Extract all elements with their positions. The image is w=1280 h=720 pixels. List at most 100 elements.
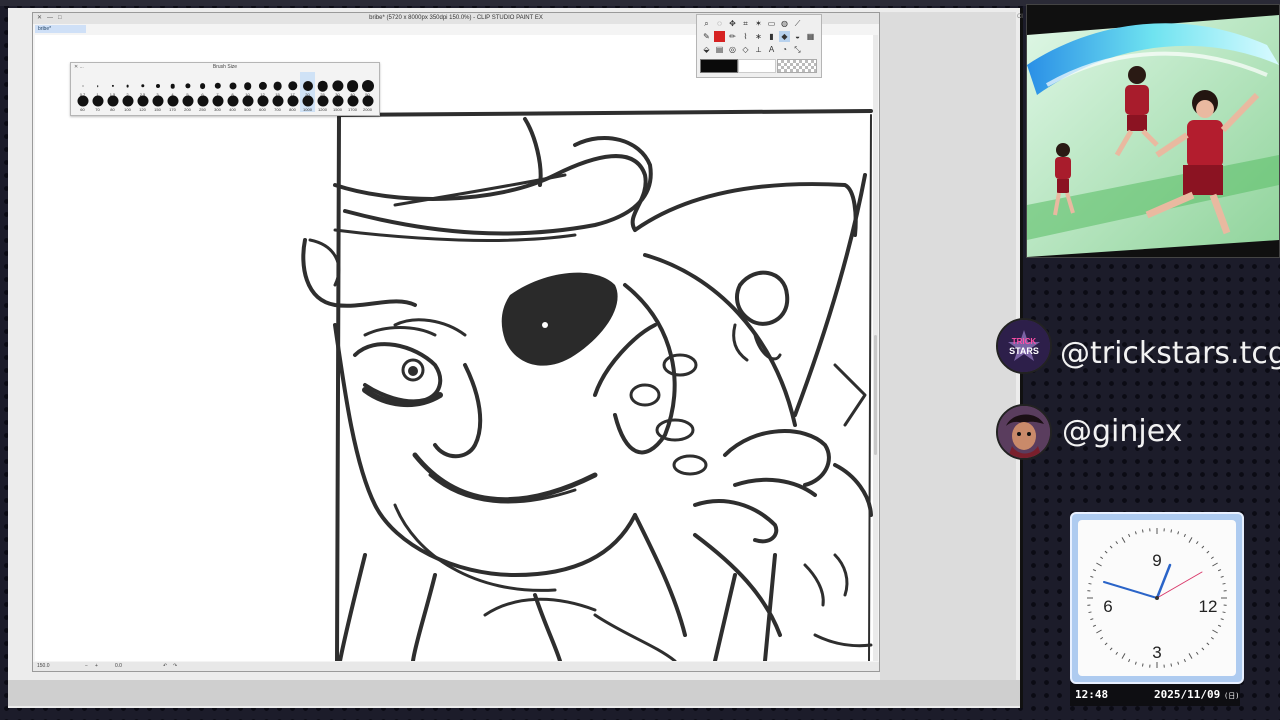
brush-size-cell[interactable]: 0.7 60	[75, 72, 90, 112]
brush-size-dot	[257, 95, 268, 107]
brush-size-cell[interactable]: 3 150	[150, 72, 165, 112]
brush-size-cell[interactable]: 1.5 80	[105, 72, 120, 112]
social-handle-ginjex: @ginjex	[1062, 414, 1183, 449]
drawing-canvas[interactable]	[35, 35, 875, 661]
brush-size-cell[interactable]: 2.5 120	[135, 72, 150, 112]
brush-icon[interactable]: ⌇	[740, 31, 751, 42]
brush-size-dot	[82, 85, 83, 87]
brush-size-dot	[272, 95, 283, 107]
magic-wand-icon[interactable]: ✶	[753, 18, 764, 29]
document-tab[interactable]: bribe*	[35, 25, 86, 33]
layer-move-icon[interactable]: ⤡	[792, 44, 803, 55]
clock-tick	[1134, 661, 1137, 665]
brush-size-cell[interactable]: 20 1000	[300, 72, 315, 112]
clock-tick	[1183, 659, 1186, 663]
shape-icon[interactable]: ◇	[740, 44, 751, 55]
zoom-value[interactable]: 150.0	[37, 662, 50, 671]
rotate-right-icon[interactable]: ↷	[173, 662, 177, 671]
airbrush-icon[interactable]: ∗	[753, 31, 764, 42]
crop-icon[interactable]: ⌗	[740, 18, 751, 29]
brush-size-label: 600	[259, 107, 266, 112]
brush-size-cell[interactable]: 15 700	[270, 72, 285, 112]
brush-size-cell[interactable]: 17 800	[285, 72, 300, 112]
brush-size-cell[interactable]: 4 170	[165, 72, 180, 112]
fill-bucket-icon[interactable]: ⬙	[701, 44, 712, 55]
rotate-left-icon[interactable]: ↶	[163, 662, 167, 671]
brush-size-cell[interactable]: 10 500	[240, 72, 255, 112]
blend-icon[interactable]: ◒	[792, 31, 803, 42]
sub-color-swatch[interactable]	[738, 59, 776, 73]
brush-size-dot	[243, 82, 252, 90]
brush-size-cell[interactable]: 6 250	[195, 72, 210, 112]
clock-tick	[1096, 629, 1102, 634]
brush-size-dot	[96, 85, 99, 87]
eraser-icon[interactable]: ◆	[779, 31, 790, 42]
brush-size-label: 1000	[303, 107, 312, 112]
clock-tick	[1212, 562, 1218, 567]
balloon-icon[interactable]: ◔	[779, 44, 790, 55]
clock-tick	[1188, 653, 1193, 659]
clock-weekday: (日)	[1224, 692, 1240, 700]
brush-size-dot	[317, 95, 328, 107]
mesh-icon[interactable]: ▦	[805, 31, 816, 42]
brush-size-dot	[199, 83, 206, 89]
brush-size-cell[interactable]: 2 100	[120, 72, 135, 112]
close-window-icon[interactable]: ✕	[37, 15, 42, 21]
clock-tick	[1170, 529, 1173, 533]
ruler-icon[interactable]: ⟂	[753, 44, 764, 55]
brush-size-cell[interactable]: 30 1500	[330, 72, 345, 112]
clock-tick	[1188, 537, 1193, 543]
stamp-icon[interactable]: ◎	[727, 44, 738, 55]
minimize-window-icon[interactable]: —	[47, 15, 53, 21]
main-color-swatch[interactable]	[700, 59, 738, 73]
pencil-icon[interactable]: ✏	[727, 31, 738, 42]
brush-size-cell[interactable]: 40 1700	[345, 72, 360, 112]
brush-size-dot	[362, 95, 373, 107]
rotation-value[interactable]: 0.0	[115, 662, 122, 671]
zoom-in-icon[interactable]: +	[95, 662, 98, 671]
clock-tick	[1177, 531, 1180, 535]
zoom-out-icon[interactable]: −	[85, 662, 88, 671]
brush-size-dot	[126, 84, 129, 88]
clock-tick	[1128, 533, 1131, 537]
window-controls: ✕ — □	[37, 15, 62, 21]
brush-size-cell[interactable]: 50 2000	[360, 72, 375, 112]
fill-icon[interactable]: ◍	[779, 18, 790, 29]
brush-size-dot	[347, 95, 358, 107]
svg-text:TRICK: TRICK	[1012, 337, 1037, 346]
brush-size-cell[interactable]: 12 600	[255, 72, 270, 112]
text-icon[interactable]: A	[766, 44, 777, 55]
lasso-icon[interactable]: ◌	[714, 18, 725, 29]
marker-icon[interactable]: ▮	[766, 31, 777, 42]
transparent-color-swatch[interactable]	[777, 59, 817, 73]
eyedropper-icon[interactable]: ⟋	[792, 18, 803, 29]
social-handle-trickstars: @trickstars.tcg	[1060, 336, 1280, 371]
brush-size-palette: ✕ ... Brush Size 0.7 60 1 70 1.5 80 2 100 2.5 120…	[70, 62, 380, 116]
maximize-window-icon[interactable]: □	[58, 15, 62, 21]
brush-size-label: 1500	[333, 107, 342, 112]
brush-size-dot	[302, 81, 313, 91]
select-icon[interactable]: ▭	[766, 18, 777, 29]
clock-tick	[1141, 529, 1144, 533]
clock-tick	[1088, 582, 1092, 585]
clock-tick	[1128, 659, 1131, 663]
clock-tick	[1141, 663, 1144, 667]
brush-size-cell[interactable]: 25 1200	[315, 72, 330, 112]
move-icon[interactable]: ✥	[727, 18, 738, 29]
pen-icon[interactable]: ✎	[701, 31, 712, 42]
clock-tick	[1222, 582, 1226, 585]
clock-face: 9 12 3 6	[1078, 520, 1236, 676]
vertical-scrollbar[interactable]	[873, 35, 878, 661]
clock-tick	[1222, 611, 1226, 614]
vertical-scrollbar-thumb[interactable]	[874, 335, 877, 455]
clock-tick	[1109, 647, 1113, 651]
brush-size-dot	[212, 95, 223, 107]
red-swatch[interactable]	[714, 31, 725, 42]
brush-size-label: 170	[169, 107, 176, 112]
zoom-icon[interactable]: ⌕	[701, 18, 712, 29]
brush-size-cell[interactable]: 7 300	[210, 72, 225, 112]
gradient-icon[interactable]: ▤	[714, 44, 725, 55]
brush-size-cell[interactable]: 1 70	[90, 72, 105, 112]
brush-size-cell[interactable]: 5 200	[180, 72, 195, 112]
brush-size-cell[interactable]: 8 400	[225, 72, 240, 112]
